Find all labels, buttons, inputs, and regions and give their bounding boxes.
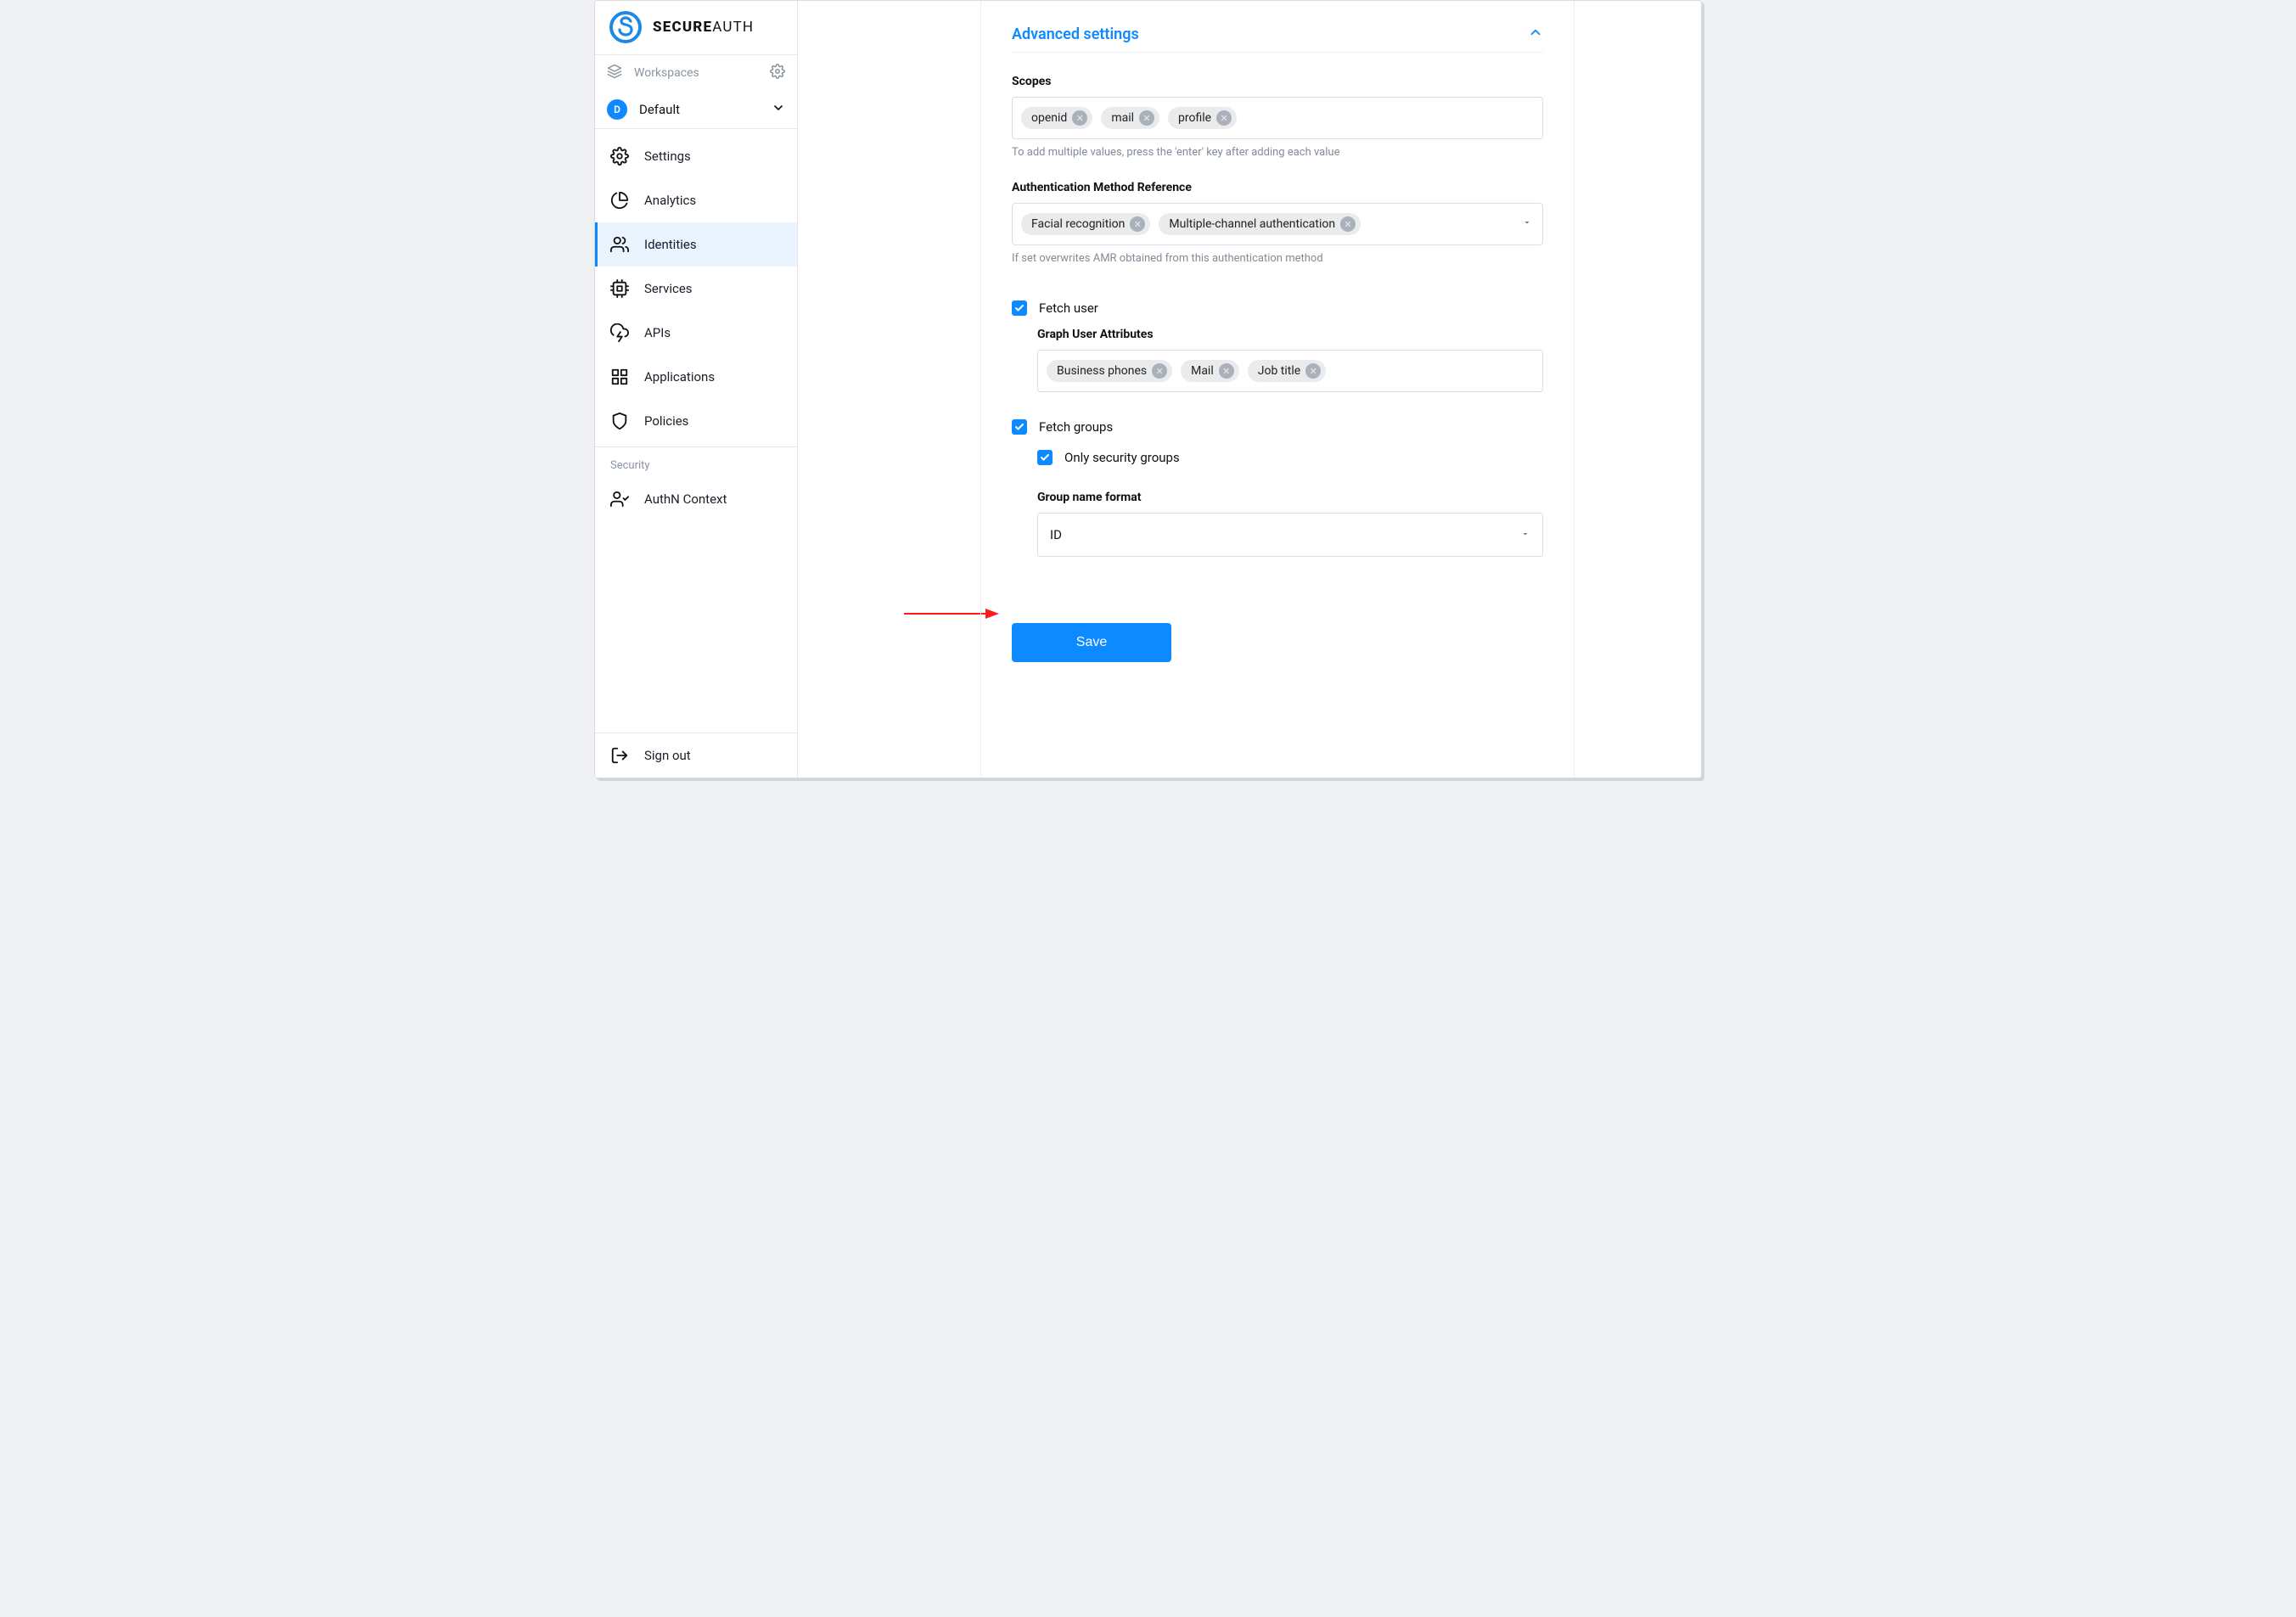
sidebar-item-label: Services — [644, 281, 693, 296]
users-icon — [610, 235, 629, 254]
sidebar-item-label: Applications — [644, 369, 715, 385]
workspaces-selector[interactable]: Workspaces — [595, 55, 797, 91]
chip-mca: Multiple-channel authentication✕ — [1159, 213, 1361, 235]
shield-icon — [610, 412, 629, 430]
brand-logo-row: SECUREAUTH — [595, 1, 797, 55]
amr-section: Authentication Method Reference Facial r… — [1012, 181, 1543, 265]
layers-icon — [607, 64, 622, 82]
sidebar-item-authn-context[interactable]: AuthN Context — [595, 477, 797, 521]
gear-icon — [610, 147, 629, 166]
fetch-groups-label: Fetch groups — [1039, 419, 1113, 435]
sidebar-item-applications[interactable]: Applications — [595, 355, 797, 399]
chip-profile: profile✕ — [1168, 107, 1237, 129]
sidebar-item-label: APIs — [644, 325, 671, 340]
sidebar-item-settings[interactable]: Settings — [595, 134, 797, 178]
primary-nav: Settings Analytics Identities Services — [595, 129, 797, 521]
workspace-name: Default — [639, 102, 760, 117]
security-section-label: Security — [595, 447, 797, 477]
fetch-user-checkbox[interactable] — [1012, 300, 1027, 316]
sidebar-item-analytics[interactable]: Analytics — [595, 178, 797, 222]
group-format-value: ID — [1050, 527, 1062, 542]
chip-remove-icon[interactable]: ✕ — [1219, 363, 1234, 379]
amr-help: If set overwrites AMR obtained from this… — [1012, 252, 1543, 265]
save-button[interactable]: Save — [1012, 623, 1171, 662]
graph-attrs-section: Graph User Attributes Business phones✕ M… — [1037, 328, 1543, 392]
graph-attrs-input[interactable]: Business phones✕ Mail✕ Job title✕ — [1037, 350, 1543, 392]
sidebar-item-policies[interactable]: Policies — [595, 399, 797, 443]
fetch-groups-checkbox-row: Fetch groups — [1012, 419, 1543, 435]
chip-remove-icon[interactable]: ✕ — [1072, 110, 1087, 126]
sidebar-item-label: Policies — [644, 413, 688, 429]
fetch-groups-checkbox[interactable] — [1012, 419, 1027, 435]
workspace-avatar: D — [607, 99, 627, 120]
gear-icon[interactable] — [770, 64, 785, 82]
sidebar-item-label: Analytics — [644, 193, 696, 208]
sign-out-button[interactable]: Sign out — [595, 733, 797, 778]
dropdown-icon[interactable] — [1522, 217, 1532, 231]
chip-remove-icon[interactable]: ✕ — [1305, 363, 1321, 379]
sidebar-item-label: Settings — [644, 149, 691, 164]
grid-icon — [610, 368, 629, 386]
workspace-pick[interactable]: D Default — [595, 91, 797, 128]
sidebar-item-label: Identities — [644, 237, 697, 252]
sign-out-label: Sign out — [644, 748, 691, 763]
chip-remove-icon[interactable]: ✕ — [1130, 216, 1145, 232]
sidebar-item-services[interactable]: Services — [595, 267, 797, 311]
group-format-label: Group name format — [1037, 491, 1543, 504]
advanced-settings-card: Advanced settings Scopes openid✕ mail✕ p… — [980, 1, 1575, 778]
sidebar-item-label: AuthN Context — [644, 491, 727, 507]
scopes-section: Scopes openid✕ mail✕ profile✕ To add mul… — [1012, 75, 1543, 159]
dropdown-icon — [1520, 527, 1530, 542]
scopes-help: To add multiple values, press the 'enter… — [1012, 146, 1543, 159]
fetch-user-checkbox-row: Fetch user — [1012, 300, 1543, 316]
graph-attrs-label: Graph User Attributes — [1037, 328, 1543, 341]
amr-label: Authentication Method Reference — [1012, 181, 1543, 194]
sidebar-item-apis[interactable]: APIs — [595, 311, 797, 355]
sidebar: SECUREAUTH Workspaces D Default — [595, 1, 798, 778]
group-format-select[interactable]: ID — [1037, 513, 1543, 557]
only-security-checkbox[interactable] — [1037, 450, 1053, 465]
only-security-checkbox-row: Only security groups — [1037, 450, 1543, 465]
pie-chart-icon — [610, 191, 629, 210]
chevron-up-icon — [1528, 25, 1543, 43]
chip-remove-icon[interactable]: ✕ — [1139, 110, 1154, 126]
chip-facial: Facial recognition✕ — [1021, 213, 1150, 235]
cloud-bolt-icon — [610, 323, 629, 342]
sidebar-item-identities[interactable]: Identities — [595, 222, 797, 267]
main-panel: Advanced settings Scopes openid✕ mail✕ p… — [798, 1, 1701, 778]
chip-remove-icon[interactable]: ✕ — [1340, 216, 1356, 232]
chip-remove-icon[interactable]: ✕ — [1152, 363, 1167, 379]
fetch-user-label: Fetch user — [1039, 300, 1098, 316]
fetch-groups-section: Fetch groups Only security groups Group … — [1012, 419, 1543, 557]
logout-icon — [610, 746, 629, 765]
group-format-section: Group name format ID — [1037, 491, 1543, 557]
advanced-settings-header[interactable]: Advanced settings — [1012, 25, 1543, 53]
chip-openid: openid✕ — [1021, 107, 1092, 129]
app-window: SECUREAUTH Workspaces D Default — [594, 0, 1702, 778]
chip-job-title: Job title✕ — [1248, 360, 1326, 382]
chip-business-phones: Business phones✕ — [1047, 360, 1172, 382]
brand-logo-icon — [609, 10, 643, 44]
fetch-user-section: Fetch user Graph User Attributes Busines… — [1012, 300, 1543, 392]
chip-remove-icon[interactable]: ✕ — [1216, 110, 1232, 126]
panel-title: Advanced settings — [1012, 25, 1139, 43]
chip-mail: mail✕ — [1101, 107, 1159, 129]
chip-mail-attr: Mail✕ — [1181, 360, 1239, 382]
user-check-icon — [610, 490, 629, 508]
cpu-icon — [610, 279, 629, 298]
workspaces-label: Workspaces — [634, 66, 758, 80]
only-security-label: Only security groups — [1064, 450, 1180, 465]
amr-input[interactable]: Facial recognition✕ Multiple-channel aut… — [1012, 203, 1543, 245]
scopes-input[interactable]: openid✕ mail✕ profile✕ — [1012, 97, 1543, 139]
brand-name: SECUREAUTH — [653, 19, 754, 36]
scopes-label: Scopes — [1012, 75, 1543, 88]
chevron-down-icon — [772, 101, 785, 118]
